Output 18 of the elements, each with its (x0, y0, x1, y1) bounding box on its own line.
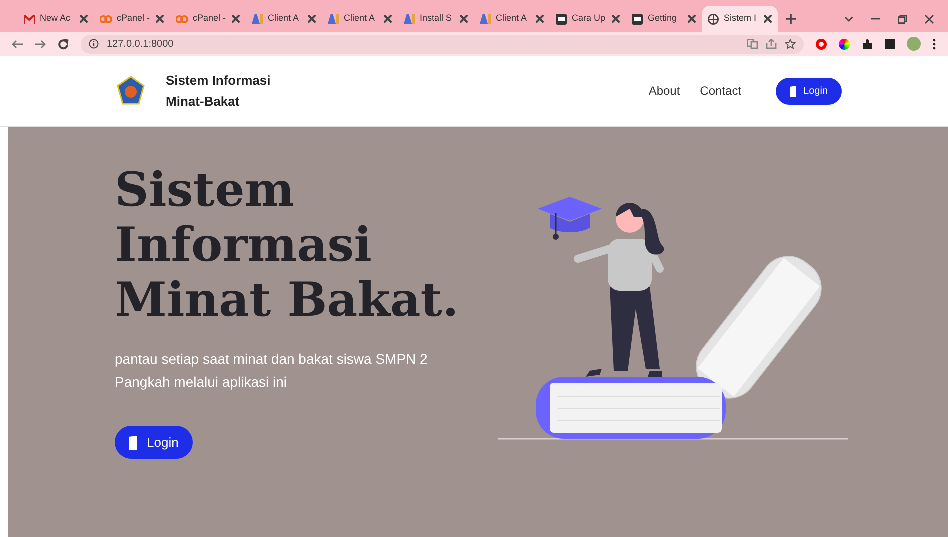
browser-tab[interactable]: Client A (322, 6, 398, 32)
login-button[interactable]: Login (776, 78, 842, 104)
browser-tab[interactable]: Client A (246, 6, 322, 32)
browser-tab[interactable]: New Ac (18, 6, 94, 32)
browser-tab[interactable]: cPanel - (94, 6, 170, 32)
nav-link[interactable]: Contact (700, 82, 742, 100)
hero-login-button[interactable]: Login (115, 426, 193, 459)
browser-tab[interactable]: Sistem I (702, 6, 778, 32)
browser-tab[interactable]: Install S (398, 6, 474, 32)
hero-heading: Sistem Informasi Minat Bakat. (115, 163, 460, 328)
browser-tab[interactable]: Getting (626, 6, 702, 32)
nav-link[interactable]: About (648, 82, 680, 100)
address-bar[interactable]: 127.0.0.1:8000 (81, 34, 804, 54)
browser-tab[interactable]: cPanel - (170, 6, 246, 32)
browser-tab[interactable]: Cara Up (550, 6, 626, 32)
hero-subtitle: pantau setiap saat minat dan bakat siswa SMPN 2 Pangkah melalui aplikasi ini (115, 350, 429, 392)
browser-tab[interactable]: Client A (474, 6, 550, 32)
site-title: Sistem Informasi Minat-Bakat (166, 72, 271, 111)
